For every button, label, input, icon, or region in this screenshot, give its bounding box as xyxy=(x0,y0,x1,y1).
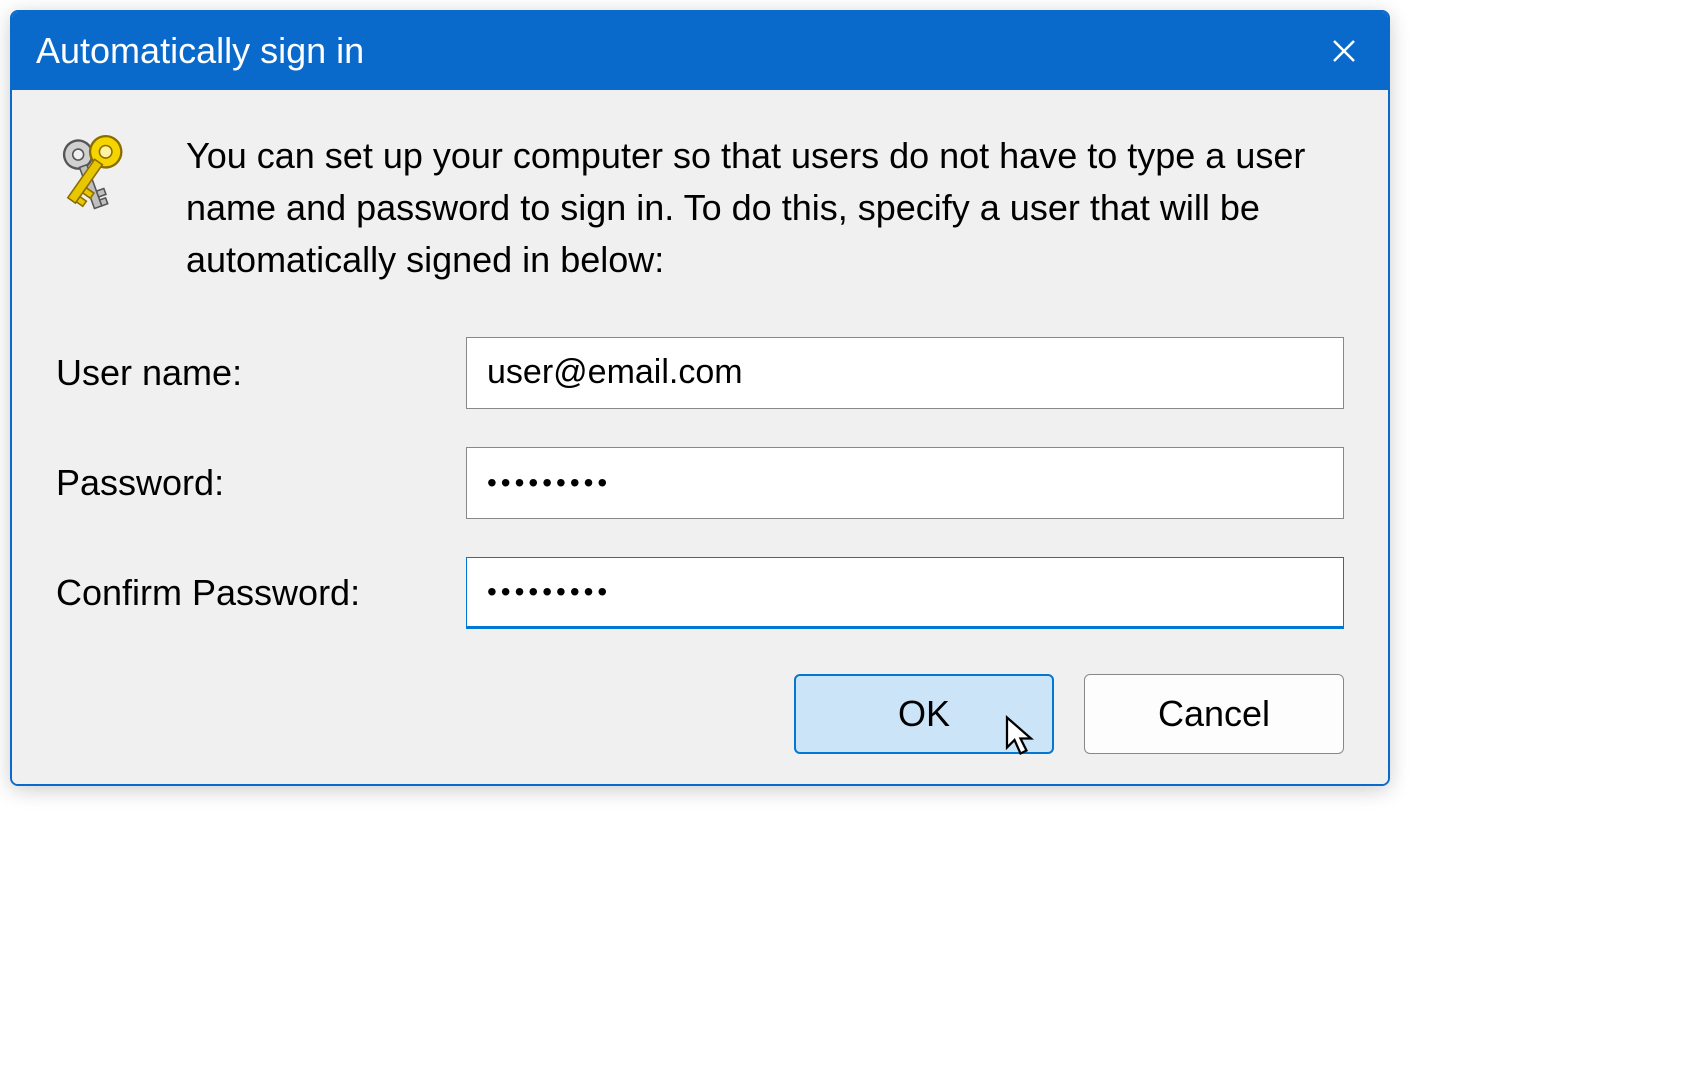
dialog-title: Automatically sign in xyxy=(36,30,364,72)
titlebar: Automatically sign in xyxy=(12,12,1388,90)
dialog-content: You can set up your computer so that use… xyxy=(12,90,1388,784)
username-input[interactable] xyxy=(466,337,1344,409)
form-row-password: Password: xyxy=(56,447,1344,519)
auto-signin-dialog: Automatically sign in xyxy=(10,10,1390,786)
ok-button[interactable]: OK xyxy=(794,674,1054,754)
password-label: Password: xyxy=(56,462,466,504)
confirm-password-input[interactable] xyxy=(466,557,1344,629)
button-row: OK Cancel xyxy=(56,674,1344,754)
close-button[interactable] xyxy=(1324,31,1364,71)
form-row-confirm: Confirm Password: xyxy=(56,557,1344,629)
close-icon xyxy=(1329,36,1359,66)
dialog-description: You can set up your computer so that use… xyxy=(186,130,1344,287)
confirm-password-label: Confirm Password: xyxy=(56,572,466,614)
password-input[interactable] xyxy=(466,447,1344,519)
info-row: You can set up your computer so that use… xyxy=(56,130,1344,287)
form-row-username: User name: xyxy=(56,337,1344,409)
cancel-button[interactable]: Cancel xyxy=(1084,674,1344,754)
username-label: User name: xyxy=(56,352,466,394)
keys-icon xyxy=(56,130,156,230)
